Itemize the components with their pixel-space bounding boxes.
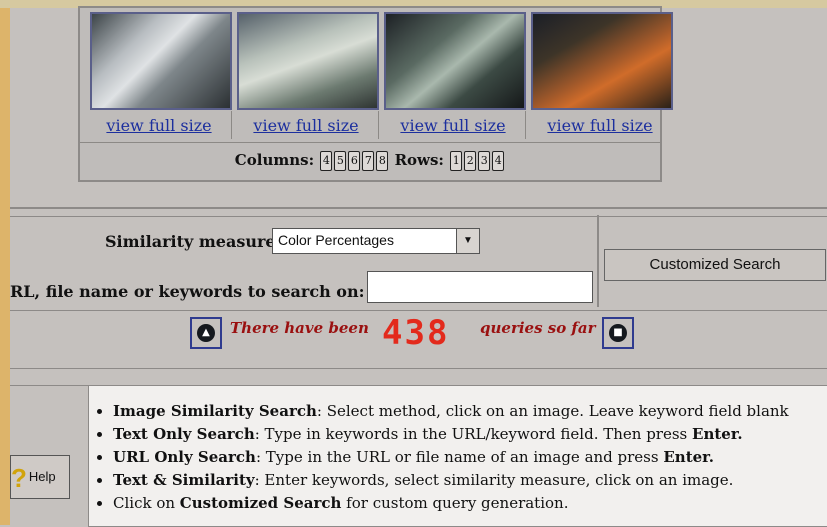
help-item-text: : Type in the URL or file name of an ima…: [255, 448, 664, 466]
help-item-title: Image Similarity Search: [113, 402, 317, 420]
help-item: Text Only Search: Type in keywords in th…: [113, 423, 827, 446]
columns-7-button[interactable]: 7: [362, 151, 375, 171]
section-divider: [10, 207, 827, 209]
window-edge: [0, 0, 10, 525]
columns-8-button[interactable]: 8: [376, 151, 389, 171]
counter-prefix: There have been: [230, 319, 369, 337]
help-item-title: Text & Similarity: [113, 471, 255, 489]
rows-3-button[interactable]: 3: [478, 151, 491, 171]
thumbnail-image[interactable]: [90, 12, 232, 110]
help-item-text: for custom query generation.: [341, 494, 569, 512]
customized-search-button[interactable]: Customized Search: [604, 249, 826, 281]
rows-4-button[interactable]: 4: [492, 151, 505, 171]
home-button[interactable]: ■: [602, 317, 634, 349]
cell-divider: [525, 111, 526, 139]
help-item-emphasis: Enter.: [663, 448, 714, 466]
help-item-emphasis: Enter.: [692, 425, 743, 443]
column-divider: [597, 215, 599, 307]
section-divider: [10, 216, 827, 217]
cell-divider: [378, 111, 379, 139]
rows-1-button[interactable]: 1: [450, 151, 463, 171]
help-item: Image Similarity Search: Select method, …: [113, 400, 827, 423]
help-button[interactable]: ? Help: [10, 455, 70, 499]
help-item-title: Customized Search: [179, 494, 342, 512]
help-item-text: : Type in keywords in the URL/keyword fi…: [254, 425, 693, 443]
help-item: URL Only Search: Type in the URL or file…: [113, 446, 827, 469]
cell-divider: [231, 111, 232, 139]
similarity-select[interactable]: Color Percentages ▼: [272, 228, 480, 254]
scroll-up-button[interactable]: ▲: [190, 317, 222, 349]
thumbnail-image[interactable]: [531, 12, 673, 110]
dropdown-arrow-icon[interactable]: ▼: [456, 229, 479, 253]
thumbnail-image[interactable]: [237, 12, 379, 110]
query-counter: 438: [382, 313, 450, 353]
counter-suffix: queries so far: [480, 319, 596, 337]
view-full-size-link[interactable]: view full size: [531, 116, 669, 135]
keyword-label: RL, file name or keywords to search on:: [10, 282, 365, 301]
columns-5-button[interactable]: 5: [334, 151, 347, 171]
similarity-selected-value: Color Percentages: [278, 232, 394, 248]
query-counter-row: ▲ There have been 438 queries so far ■: [190, 313, 650, 353]
grid-size-controls: Columns: 45678 Rows: 1234: [80, 142, 660, 177]
view-full-size-link[interactable]: view full size: [237, 116, 375, 135]
help-item: Text & Similarity: Enter keywords, selec…: [113, 469, 827, 492]
help-item-title: Text Only Search: [113, 425, 255, 443]
similarity-label: Similarity measure:: [105, 232, 282, 251]
help-instructions: Image Similarity Search: Select method, …: [88, 385, 827, 527]
help-item-text: : Enter keywords, select similarity meas…: [254, 471, 734, 489]
columns-label: Columns:: [234, 151, 315, 169]
question-mark-icon: ?: [11, 462, 27, 493]
rows-label: Rows:: [394, 151, 444, 169]
keyword-input[interactable]: [367, 271, 593, 303]
help-item: Click on Customized Search for custom qu…: [113, 492, 827, 515]
rows-2-button[interactable]: 2: [464, 151, 477, 171]
results-table: view full size view full size view full …: [78, 6, 673, 182]
view-full-size-link[interactable]: view full size: [90, 116, 228, 135]
thumbnail-image[interactable]: [384, 12, 526, 110]
help-item-title: URL Only Search: [113, 448, 256, 466]
columns-6-button[interactable]: 6: [348, 151, 361, 171]
view-full-size-link[interactable]: view full size: [384, 116, 522, 135]
section-divider: [10, 310, 827, 311]
help-button-label: Help: [28, 469, 56, 484]
help-item-text: : Select method, click on an image. Leav…: [316, 402, 789, 420]
columns-4-button[interactable]: 4: [320, 151, 333, 171]
help-item-prefix: Click on: [113, 494, 180, 512]
section-divider: [10, 368, 827, 369]
